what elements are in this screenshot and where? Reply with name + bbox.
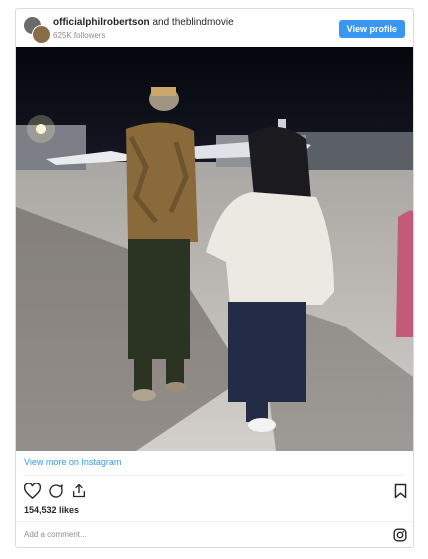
account-names: officialphilrobertson and theblindmovie [53,17,234,28]
instagram-embed-card: officialphilrobertson and theblindmovie … [15,8,414,548]
avatar-group[interactable] [23,16,51,44]
likes-count[interactable]: 154,532 likes [24,505,79,515]
divider [24,475,405,476]
add-comment-input[interactable]: Add a comment... [24,530,87,539]
photo-image [16,47,413,451]
avatar[interactable] [32,25,51,44]
account-connector: and [152,17,170,28]
account-link-secondary[interactable]: theblindmovie [172,17,234,28]
post-header: officialphilrobertson and theblindmovie … [16,9,413,47]
post-photo[interactable] [16,47,413,451]
account-link-primary[interactable]: officialphilrobertson [53,17,150,28]
view-more-link[interactable]: View more on Instagram [24,457,121,467]
divider [16,521,413,522]
followers-count: 625K followers [53,31,106,40]
share-icon[interactable] [71,482,87,499]
bookmark-icon[interactable] [394,483,407,499]
comment-icon[interactable] [48,483,64,499]
view-profile-button[interactable]: View profile [338,20,405,38]
heart-icon[interactable] [24,483,41,499]
instagram-icon[interactable] [393,528,407,542]
